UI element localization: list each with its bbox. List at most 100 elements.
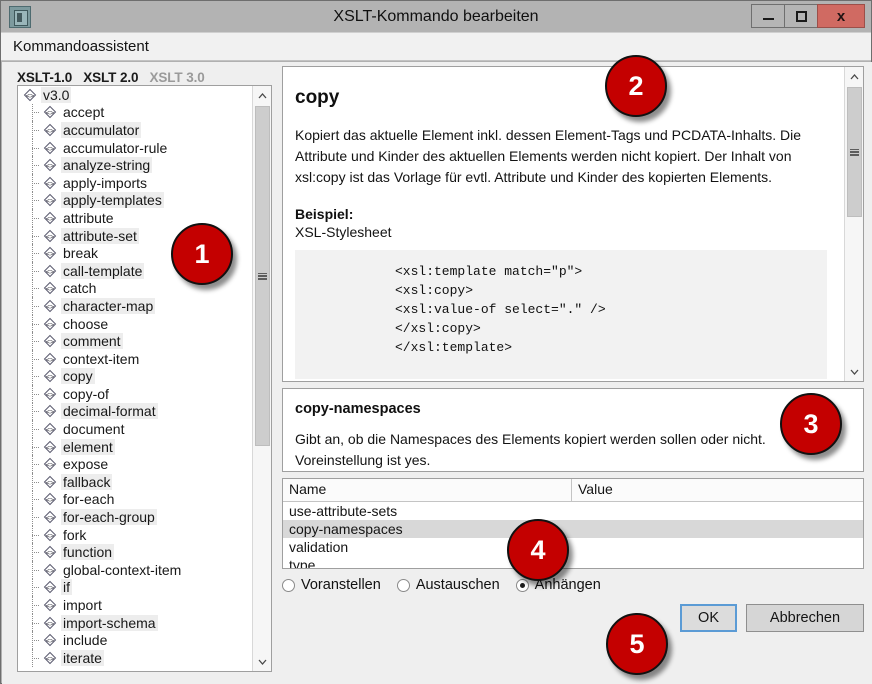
table-row[interactable]: copy-namespaces <box>283 520 863 538</box>
table-body: use-attribute-setscopy-namespacesvalidat… <box>283 502 863 569</box>
code-line: </xsl:template> <box>295 338 827 357</box>
tree-item-apply-imports[interactable]: <>apply-imports <box>18 174 251 192</box>
tree-item-element[interactable]: <> element <box>18 438 251 456</box>
xml-element-icon: <> <box>43 528 57 542</box>
tree-item-for-each[interactable]: <>for-each <box>18 491 251 509</box>
description-scroll-up-button[interactable] <box>845 67 864 86</box>
svg-text:<>: <> <box>46 620 54 628</box>
example-subheading: XSL-Stylesheet <box>295 224 827 240</box>
tab-xslt-2-0[interactable]: XSLT 2.0 <box>83 70 138 85</box>
cancel-button[interactable]: Abbrechen <box>746 604 864 632</box>
tree-item-apply-templates[interactable]: <>apply-templates <box>18 192 251 210</box>
tree-scrollbar[interactable] <box>252 86 271 671</box>
xml-element-icon: <> <box>43 563 57 577</box>
tree-item-context-item[interactable]: <>context-item <box>18 350 251 368</box>
tree-item-label: apply-templates <box>61 192 164 208</box>
insert-mode-radio-group: Voranstellen Austauschen Anhängen <box>282 574 864 596</box>
svg-text:<>: <> <box>46 496 54 504</box>
maximize-icon <box>796 11 807 22</box>
xslt-version-tabs: XSLT-1.0 XSLT 2.0 XSLT 3.0 <box>9 62 275 85</box>
svg-text:<>: <> <box>46 602 54 610</box>
tree-item-attribute[interactable]: <> attribute <box>18 209 251 227</box>
callout-badge-2: 2 <box>605 55 667 117</box>
tree-item-label: accumulator-rule <box>61 140 169 156</box>
callout-badge-3: 3 <box>780 393 842 455</box>
tree-item-choose[interactable]: <>choose <box>18 315 251 333</box>
tree-item-decimal-format[interactable]: <>decimal-format <box>18 403 251 421</box>
tree-item-import-schema[interactable]: <>import-schema <box>18 614 251 632</box>
xml-element-icon: <> <box>43 598 57 612</box>
tree-item-copy-of[interactable]: <>copy-of <box>18 385 251 403</box>
tree-item-copy[interactable]: <>copy <box>18 368 251 386</box>
svg-text:<>: <> <box>46 461 54 469</box>
tree-item-catch[interactable]: <>catch <box>18 280 251 298</box>
close-button[interactable]: x <box>817 4 865 28</box>
grip-lines-icon <box>850 149 859 156</box>
tab-xslt-1-0[interactable]: XSLT-1.0 <box>17 70 72 85</box>
description-scrollbar[interactable] <box>844 67 863 381</box>
svg-text:<>: <> <box>46 145 54 153</box>
tree-item-accumulator-rule[interactable]: <> accumulator-rule <box>18 139 251 157</box>
tab-xslt-3-0[interactable]: XSLT 3.0 <box>149 70 204 85</box>
attribute-table: Name Value use-attribute-setscopy-namesp… <box>282 478 864 569</box>
xml-element-icon: <> <box>43 105 57 119</box>
code-line: </xsl:copy> <box>295 319 827 338</box>
tree-item-label: fork <box>61 527 88 543</box>
xml-element-icon: <> <box>43 475 57 489</box>
tree-item-fork[interactable]: <> fork <box>18 526 251 544</box>
xml-element-icon: <> <box>43 369 57 383</box>
xml-element-icon: <> <box>43 264 57 278</box>
column-header-name[interactable]: Name <box>283 479 572 501</box>
tree-item-include[interactable]: <>include <box>18 631 251 649</box>
description-panel: copy Kopiert das aktuelle Element inkl. … <box>282 66 864 382</box>
tree-scroll-thumb[interactable] <box>255 106 270 446</box>
tree-item-document[interactable]: <>document <box>18 420 251 438</box>
tree-root-item[interactable]: <> v3.0 <box>18 86 251 104</box>
xml-element-icon: <> <box>43 440 57 454</box>
minimize-button[interactable] <box>751 4 785 28</box>
menu-item-kommandoassistent[interactable]: Kommandoassistent <box>13 38 149 55</box>
attribute-help-panel: copy-namespaces Gibt an, ob die Namespac… <box>282 388 864 472</box>
radio-voranstellen[interactable]: Voranstellen <box>282 577 381 593</box>
tree-item-analyze-string[interactable]: <>analyze-string <box>18 156 251 174</box>
tree-item-import[interactable]: <>import <box>18 596 251 614</box>
tree-item-accept[interactable]: <>accept <box>18 104 251 122</box>
tree-item-character-map[interactable]: <>character-map <box>18 297 251 315</box>
tree-item-accumulator[interactable]: <>accumulator <box>18 121 251 139</box>
tree-scroll-down-button[interactable] <box>253 652 272 671</box>
tree-item-fallback[interactable]: <>fallback <box>18 473 251 491</box>
example-heading: Beispiel: <box>295 206 827 222</box>
table-row[interactable]: use-attribute-sets <box>283 502 863 520</box>
tree-item-global-context-item[interactable]: <>global-context-item <box>18 561 251 579</box>
svg-text:<>: <> <box>46 584 54 592</box>
tree-item-label: accumulator <box>61 122 141 138</box>
tree-item-if[interactable]: <>if <box>18 579 251 597</box>
example-code-block: <xsl:template match="p"><xsl:copy><xsl:v… <box>295 250 827 379</box>
tree-item-for-each-group[interactable]: <>for-each-group <box>18 508 251 526</box>
xslt-app-icon <box>9 6 31 28</box>
table-row[interactable]: type <box>283 556 863 569</box>
xslt-element-tree: <> v3.0 <>accept<>accumulator<>accumulat… <box>17 85 272 672</box>
table-row[interactable]: validation <box>283 538 863 556</box>
maximize-button[interactable] <box>784 4 818 28</box>
column-header-value[interactable]: Value <box>572 479 863 501</box>
tree-item-expose[interactable]: <>expose <box>18 455 251 473</box>
xml-element-icon: <> <box>43 229 57 243</box>
tree-item-comment[interactable]: <>comment <box>18 332 251 350</box>
description-scroll-thumb[interactable] <box>847 87 862 217</box>
svg-text:<>: <> <box>46 215 54 223</box>
svg-text:<>: <> <box>46 268 54 276</box>
radio-austauschen[interactable]: Austauschen <box>397 577 500 593</box>
tree-item-label: function <box>61 544 114 560</box>
ok-button[interactable]: OK <box>680 604 737 632</box>
tree-item-function[interactable]: <>function <box>18 543 251 561</box>
tree-item-iterate[interactable]: <>iterate <box>18 649 251 667</box>
xml-element-icon: <> <box>43 633 57 647</box>
tree-item-label: element <box>61 439 115 455</box>
description-scroll-down-button[interactable] <box>845 362 864 381</box>
tree-item-label: attribute <box>61 210 116 226</box>
tree-item-label: apply-imports <box>61 175 149 191</box>
radio-indicator <box>516 579 529 592</box>
tree-scroll-up-button[interactable] <box>253 86 272 105</box>
table-header-row: Name Value <box>283 479 863 502</box>
